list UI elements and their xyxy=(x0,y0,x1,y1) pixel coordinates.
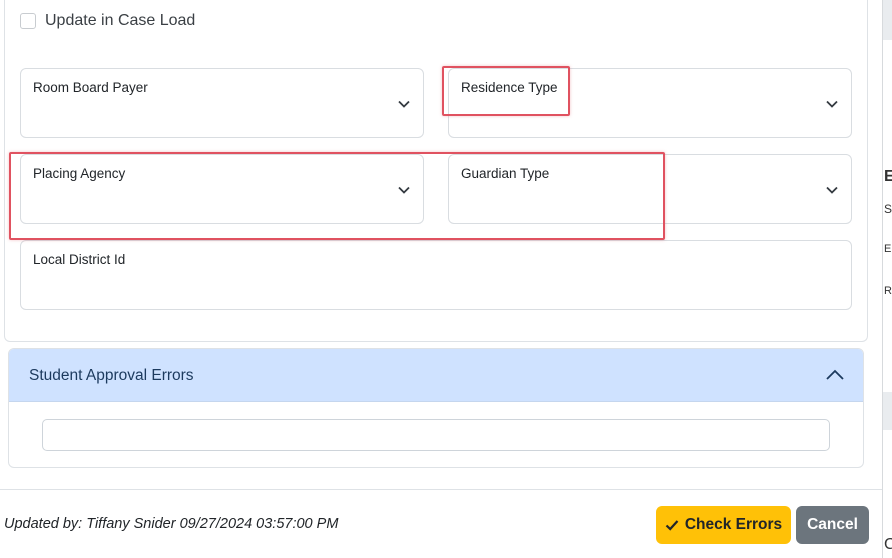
updated-by-text: Updated by: Tiffany Snider 09/27/2024 03… xyxy=(4,516,339,532)
update-case-load-label: Update in Case Load xyxy=(45,12,196,29)
check-errors-button[interactable]: Check Errors xyxy=(656,506,791,544)
student-approval-errors-accordion: Student Approval Errors xyxy=(8,348,864,468)
local-district-id-input[interactable]: Local District Id xyxy=(20,240,852,310)
room-board-payer-select[interactable]: Room Board Payer xyxy=(20,68,424,138)
chevron-down-icon xyxy=(398,186,410,194)
approval-errors-field[interactable] xyxy=(42,419,830,451)
chevron-down-icon xyxy=(826,186,838,194)
cancel-button[interactable]: Cancel xyxy=(796,506,869,544)
background-fragment: R xyxy=(884,285,892,297)
background-fragment: E xyxy=(884,168,892,185)
accordion-title: Student Approval Errors xyxy=(29,367,194,384)
footer-divider xyxy=(0,489,882,490)
student-modal: Update in Case Load Room Board Payer Res… xyxy=(0,0,883,558)
background-fragment: E xyxy=(884,243,892,255)
update-case-load-checkbox[interactable] xyxy=(20,13,36,29)
background-fragment: S xyxy=(884,202,892,216)
residence-type-select[interactable]: Residence Type xyxy=(448,68,852,138)
chevron-down-icon xyxy=(826,100,838,108)
update-case-load-row[interactable]: Update in Case Load xyxy=(20,12,195,30)
local-district-id-label: Local District Id xyxy=(33,252,126,267)
background-fragment: C xyxy=(884,536,892,553)
placing-agency-select[interactable]: Placing Agency xyxy=(20,154,424,224)
chevron-up-icon[interactable] xyxy=(825,366,845,384)
placing-agency-label: Placing Agency xyxy=(33,166,126,181)
chevron-down-icon xyxy=(398,100,410,108)
room-board-payer-label: Room Board Payer xyxy=(33,80,148,95)
checkmark-icon xyxy=(665,520,679,531)
accordion-header[interactable]: Student Approval Errors xyxy=(9,349,863,402)
residence-type-label: Residence Type xyxy=(461,80,558,95)
guardian-type-select[interactable]: Guardian Type xyxy=(448,154,852,224)
guardian-type-label: Guardian Type xyxy=(461,166,550,181)
check-errors-label: Check Errors xyxy=(684,516,783,533)
